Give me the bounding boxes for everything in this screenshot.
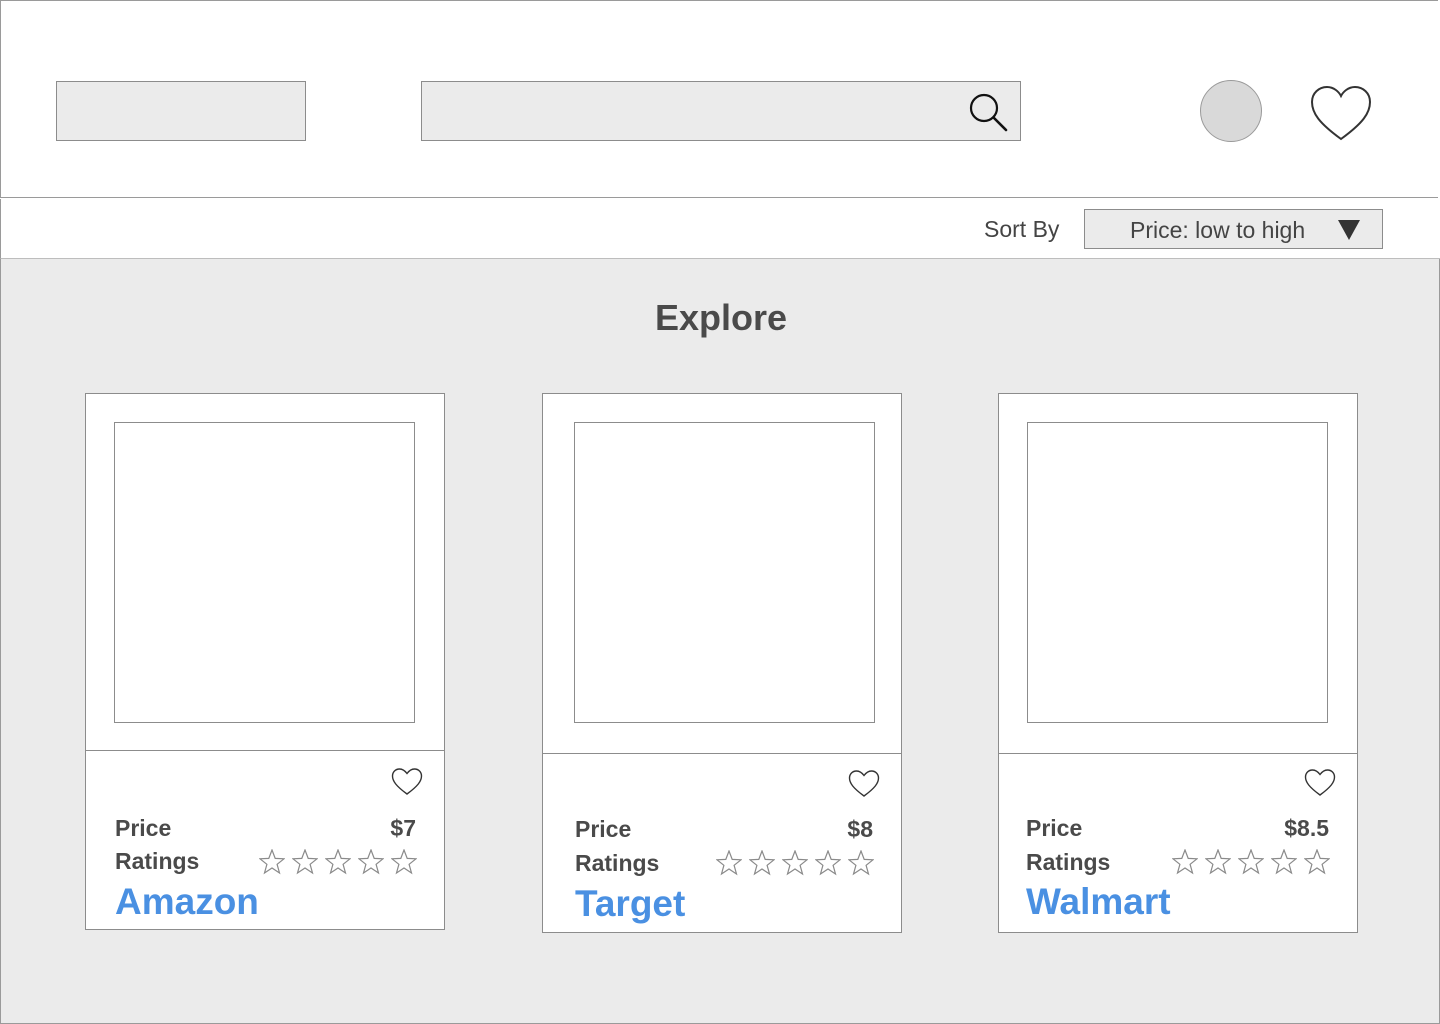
- price-label: Price: [1026, 815, 1083, 841]
- ratings-label: Ratings: [575, 850, 660, 876]
- rating-stars[interactable]: [259, 849, 417, 875]
- star-icon[interactable]: [749, 850, 775, 876]
- product-card[interactable]: Price $8.5 Ratings Walmart: [998, 393, 1358, 933]
- search-input[interactable]: [422, 82, 980, 140]
- heart-icon[interactable]: [1304, 769, 1336, 797]
- star-icon[interactable]: [815, 850, 841, 876]
- star-icon[interactable]: [1238, 849, 1264, 875]
- sort-dropdown[interactable]: Price: low to high: [1084, 209, 1383, 249]
- sort-bar: Sort By Price: low to high: [0, 199, 1440, 259]
- logo-placeholder[interactable]: [56, 81, 306, 141]
- star-icon[interactable]: [325, 849, 351, 875]
- page-title: Explore: [654, 297, 788, 338]
- star-icon[interactable]: [358, 849, 384, 875]
- product-card[interactable]: Price $7 Ratings Amazon: [85, 393, 445, 930]
- star-icon[interactable]: [292, 849, 318, 875]
- search-bar[interactable]: [421, 81, 1021, 141]
- star-icon[interactable]: [391, 849, 417, 875]
- star-icon[interactable]: [1271, 849, 1297, 875]
- heart-icon[interactable]: [391, 768, 423, 796]
- star-icon[interactable]: [716, 850, 742, 876]
- price-label: Price: [575, 816, 632, 842]
- sort-selected-value: Price: low to high: [1130, 217, 1306, 243]
- ratings-label: Ratings: [115, 848, 200, 874]
- star-icon[interactable]: [1205, 849, 1231, 875]
- heart-icon[interactable]: [848, 770, 880, 798]
- star-icon[interactable]: [782, 850, 808, 876]
- star-icon[interactable]: [1304, 849, 1330, 875]
- search-icon[interactable]: [968, 92, 1010, 134]
- card-image-area: [999, 394, 1357, 754]
- rating-stars[interactable]: [716, 850, 874, 876]
- star-icon[interactable]: [848, 850, 874, 876]
- price-label: Price: [115, 815, 172, 841]
- heart-icon[interactable]: [1309, 85, 1373, 143]
- store-link-walmart[interactable]: Walmart: [1026, 881, 1171, 923]
- product-image[interactable]: [114, 422, 415, 723]
- card-image-area: [543, 394, 901, 754]
- product-card[interactable]: Price $8 Ratings Target: [542, 393, 902, 933]
- store-link-target[interactable]: Target: [575, 883, 685, 925]
- dropdown-caret-icon: [1338, 220, 1360, 240]
- avatar[interactable]: [1200, 80, 1262, 142]
- sort-by-label: Sort By: [984, 216, 1060, 242]
- store-link-amazon[interactable]: Amazon: [115, 881, 259, 923]
- card-image-area: [86, 394, 444, 751]
- rating-stars[interactable]: [1172, 849, 1330, 875]
- ratings-label: Ratings: [1026, 849, 1111, 875]
- star-icon[interactable]: [1172, 849, 1198, 875]
- product-image[interactable]: [1027, 422, 1328, 723]
- price-value: $8: [847, 816, 873, 842]
- main-content: Explore Price $7 Ratings Amazon Price $8…: [0, 259, 1440, 1024]
- star-icon[interactable]: [259, 849, 285, 875]
- price-value: $8.5: [1284, 815, 1329, 841]
- price-value: $7: [390, 815, 416, 841]
- product-image[interactable]: [574, 422, 875, 723]
- top-header: [0, 0, 1438, 198]
